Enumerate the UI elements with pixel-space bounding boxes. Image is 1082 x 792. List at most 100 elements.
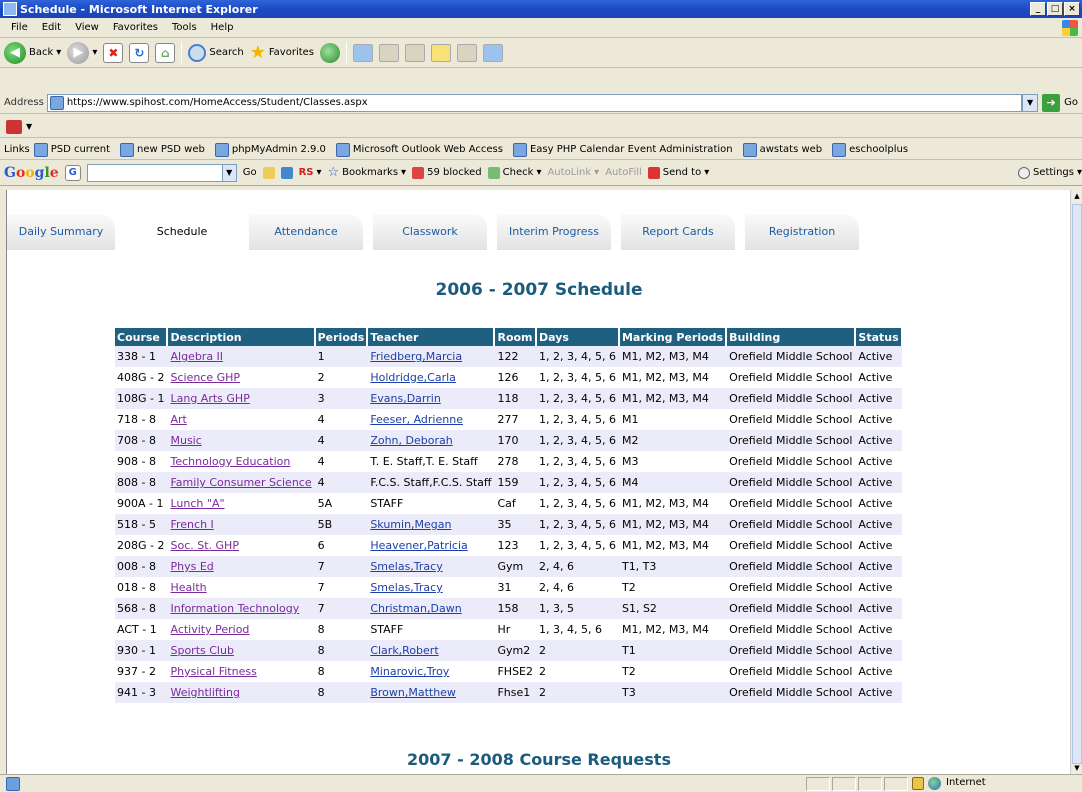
pagerank-icon[interactable] bbox=[262, 166, 275, 179]
course-link[interactable]: Phys Ed bbox=[170, 560, 213, 573]
scrollbar-thumb[interactable] bbox=[1072, 204, 1082, 764]
address-dropdown-icon[interactable]: ▼ bbox=[1022, 93, 1039, 112]
autolink-button[interactable]: AutoLink ▾ bbox=[547, 167, 599, 178]
cell-teacher: Holdridge,Carla bbox=[367, 367, 494, 388]
teacher-link[interactable]: Smelas,Tracy bbox=[370, 560, 442, 573]
forward-button[interactable]: ▶ ▾ bbox=[67, 41, 97, 64]
menu-view[interactable]: View bbox=[75, 22, 99, 33]
teacher-link[interactable]: Evans,Darrin bbox=[370, 392, 441, 405]
course-link[interactable]: Information Technology bbox=[170, 602, 299, 615]
teacher-link[interactable]: Christman,Dawn bbox=[370, 602, 461, 615]
link-new-psd-web[interactable]: new PSD web bbox=[120, 142, 205, 157]
course-link[interactable]: Music bbox=[170, 434, 201, 447]
tab-registration[interactable]: Registration bbox=[745, 214, 859, 250]
menu-tools[interactable]: Tools bbox=[172, 22, 197, 33]
teacher-link[interactable]: Zohn, Deborah bbox=[370, 434, 452, 447]
google-g-icon[interactable]: G bbox=[64, 164, 81, 181]
google-logo[interactable]: Google bbox=[4, 165, 59, 181]
teacher-link[interactable]: Minarovic,Troy bbox=[370, 665, 449, 678]
teacher-link[interactable]: Feeser, Adrienne bbox=[370, 413, 463, 426]
course-link[interactable]: Sports Club bbox=[170, 644, 233, 657]
favorites-button[interactable]: ★ Favorites bbox=[250, 42, 314, 63]
back-button[interactable]: ◀ Back ▾ bbox=[4, 41, 61, 64]
link-awstats-web[interactable]: awstats web bbox=[742, 142, 823, 157]
course-link[interactable]: Algebra II bbox=[170, 350, 223, 363]
tab-schedule[interactable]: Schedule bbox=[125, 214, 239, 250]
course-link[interactable]: Science GHP bbox=[170, 371, 240, 384]
google-search-input[interactable]: ▼ bbox=[86, 163, 237, 182]
rs-button[interactable]: RS ▾ bbox=[299, 167, 322, 178]
link-psd-current[interactable]: PSD current bbox=[33, 142, 110, 157]
mail-icon[interactable] bbox=[353, 43, 374, 62]
course-link[interactable]: Technology Education bbox=[170, 455, 290, 468]
teacher-link[interactable]: Smelas,Tracy bbox=[370, 581, 442, 594]
news-icon[interactable] bbox=[280, 166, 293, 179]
folder-icon[interactable] bbox=[431, 43, 452, 62]
scroll-up-icon[interactable]: ▲ bbox=[1071, 190, 1082, 202]
chevron-down-icon[interactable]: ▼ bbox=[221, 164, 236, 181]
minimize-button[interactable]: _ bbox=[1030, 2, 1046, 16]
bookmarks-button[interactable]: ☆ Bookmarks ▾ bbox=[328, 165, 407, 180]
tab-interim-progress[interactable]: Interim Progress bbox=[497, 214, 611, 250]
course-link[interactable]: Art bbox=[170, 413, 186, 426]
teacher-link[interactable]: Heavener,Patricia bbox=[370, 539, 467, 552]
teacher-link[interactable]: Friedberg,Marcia bbox=[370, 350, 462, 363]
teacher-link[interactable]: Brown,Matthew bbox=[370, 686, 456, 699]
course-link[interactable]: Lang Arts GHP bbox=[170, 392, 249, 405]
settings-button[interactable]: Settings ▾ bbox=[1017, 166, 1082, 179]
link-phpmyadmin[interactable]: phpMyAdmin 2.9.0 bbox=[214, 142, 326, 157]
google-go-button[interactable]: Go bbox=[243, 167, 257, 178]
messenger-icon[interactable] bbox=[483, 43, 504, 62]
go-arrow-icon[interactable]: ➔ bbox=[1042, 93, 1061, 112]
cell-marking-periods: M1 bbox=[621, 413, 639, 426]
course-link[interactable]: French I bbox=[170, 518, 213, 531]
course-link[interactable]: Weightlifting bbox=[170, 686, 239, 699]
edit-icon[interactable] bbox=[405, 43, 426, 62]
scroll-down-icon[interactable]: ▼ bbox=[1071, 762, 1082, 774]
print-icon[interactable] bbox=[379, 43, 400, 62]
go-button[interactable]: Go bbox=[1064, 97, 1078, 108]
maximize-button[interactable]: □ bbox=[1047, 2, 1063, 16]
history-icon[interactable] bbox=[320, 42, 341, 63]
popup-blocker[interactable]: 59 blocked bbox=[412, 166, 482, 179]
research-icon[interactable] bbox=[457, 43, 478, 62]
send-to-button[interactable]: Send to ▾ bbox=[647, 166, 709, 179]
refresh-icon[interactable]: ↻ bbox=[129, 42, 150, 63]
course-link[interactable]: Soc. St. GHP bbox=[170, 539, 238, 552]
link-eschoolplus[interactable]: eschoolplus bbox=[832, 142, 908, 157]
teacher-link[interactable]: Skumin,Megan bbox=[370, 518, 451, 531]
go-label: Go bbox=[242, 167, 257, 178]
close-button[interactable]: × bbox=[1064, 2, 1080, 16]
tab-attendance[interactable]: Attendance bbox=[249, 214, 363, 250]
chevron-down-icon[interactable]: ▼ bbox=[26, 122, 32, 131]
tab-daily-summary[interactable]: Daily Summary bbox=[7, 214, 115, 250]
teacher-link[interactable]: Holdridge,Carla bbox=[370, 371, 456, 384]
home-icon[interactable]: ⌂ bbox=[155, 42, 176, 63]
teacher-link[interactable]: Clark,Robert bbox=[370, 644, 438, 657]
vertical-scrollbar[interactable]: ▲ ▼ bbox=[1070, 190, 1082, 774]
chevron-down-icon[interactable]: ▾ bbox=[56, 47, 61, 58]
course-link[interactable]: Activity Period bbox=[170, 623, 249, 636]
menu-favorites[interactable]: Favorites bbox=[113, 22, 158, 33]
lock-icon[interactable] bbox=[912, 777, 924, 790]
course-link[interactable]: Physical Fitness bbox=[170, 665, 256, 678]
extension-icon[interactable] bbox=[6, 119, 22, 134]
address-input[interactable]: https://www.spihost.com/HomeAccess/Stude… bbox=[46, 93, 1023, 112]
menu-file[interactable]: File bbox=[11, 22, 28, 33]
tab-classwork[interactable]: Classwork bbox=[373, 214, 487, 250]
menu-edit[interactable]: Edit bbox=[42, 22, 61, 33]
course-link[interactable]: Lunch "A" bbox=[170, 497, 224, 510]
stop-icon[interactable]: ✖ bbox=[103, 42, 124, 63]
tab-report-cards[interactable]: Report Cards bbox=[621, 214, 735, 250]
course-link[interactable]: Family Consumer Science bbox=[170, 476, 311, 489]
course-link[interactable]: Health bbox=[170, 581, 206, 594]
link-label: awstats web bbox=[759, 144, 823, 155]
search-button[interactable]: Search bbox=[188, 43, 244, 62]
link-outlook-web-access[interactable]: Microsoft Outlook Web Access bbox=[335, 142, 503, 157]
autofill-button[interactable]: AutoFill bbox=[605, 167, 642, 178]
menu-help[interactable]: Help bbox=[211, 22, 234, 33]
spell-check-button[interactable]: Check ▾ bbox=[487, 166, 541, 179]
link-easy-php-calendar[interactable]: Easy PHP Calendar Event Administration bbox=[512, 142, 733, 157]
chevron-down-icon[interactable]: ▾ bbox=[92, 47, 97, 58]
cell-marking-periods: T2 bbox=[621, 665, 636, 678]
